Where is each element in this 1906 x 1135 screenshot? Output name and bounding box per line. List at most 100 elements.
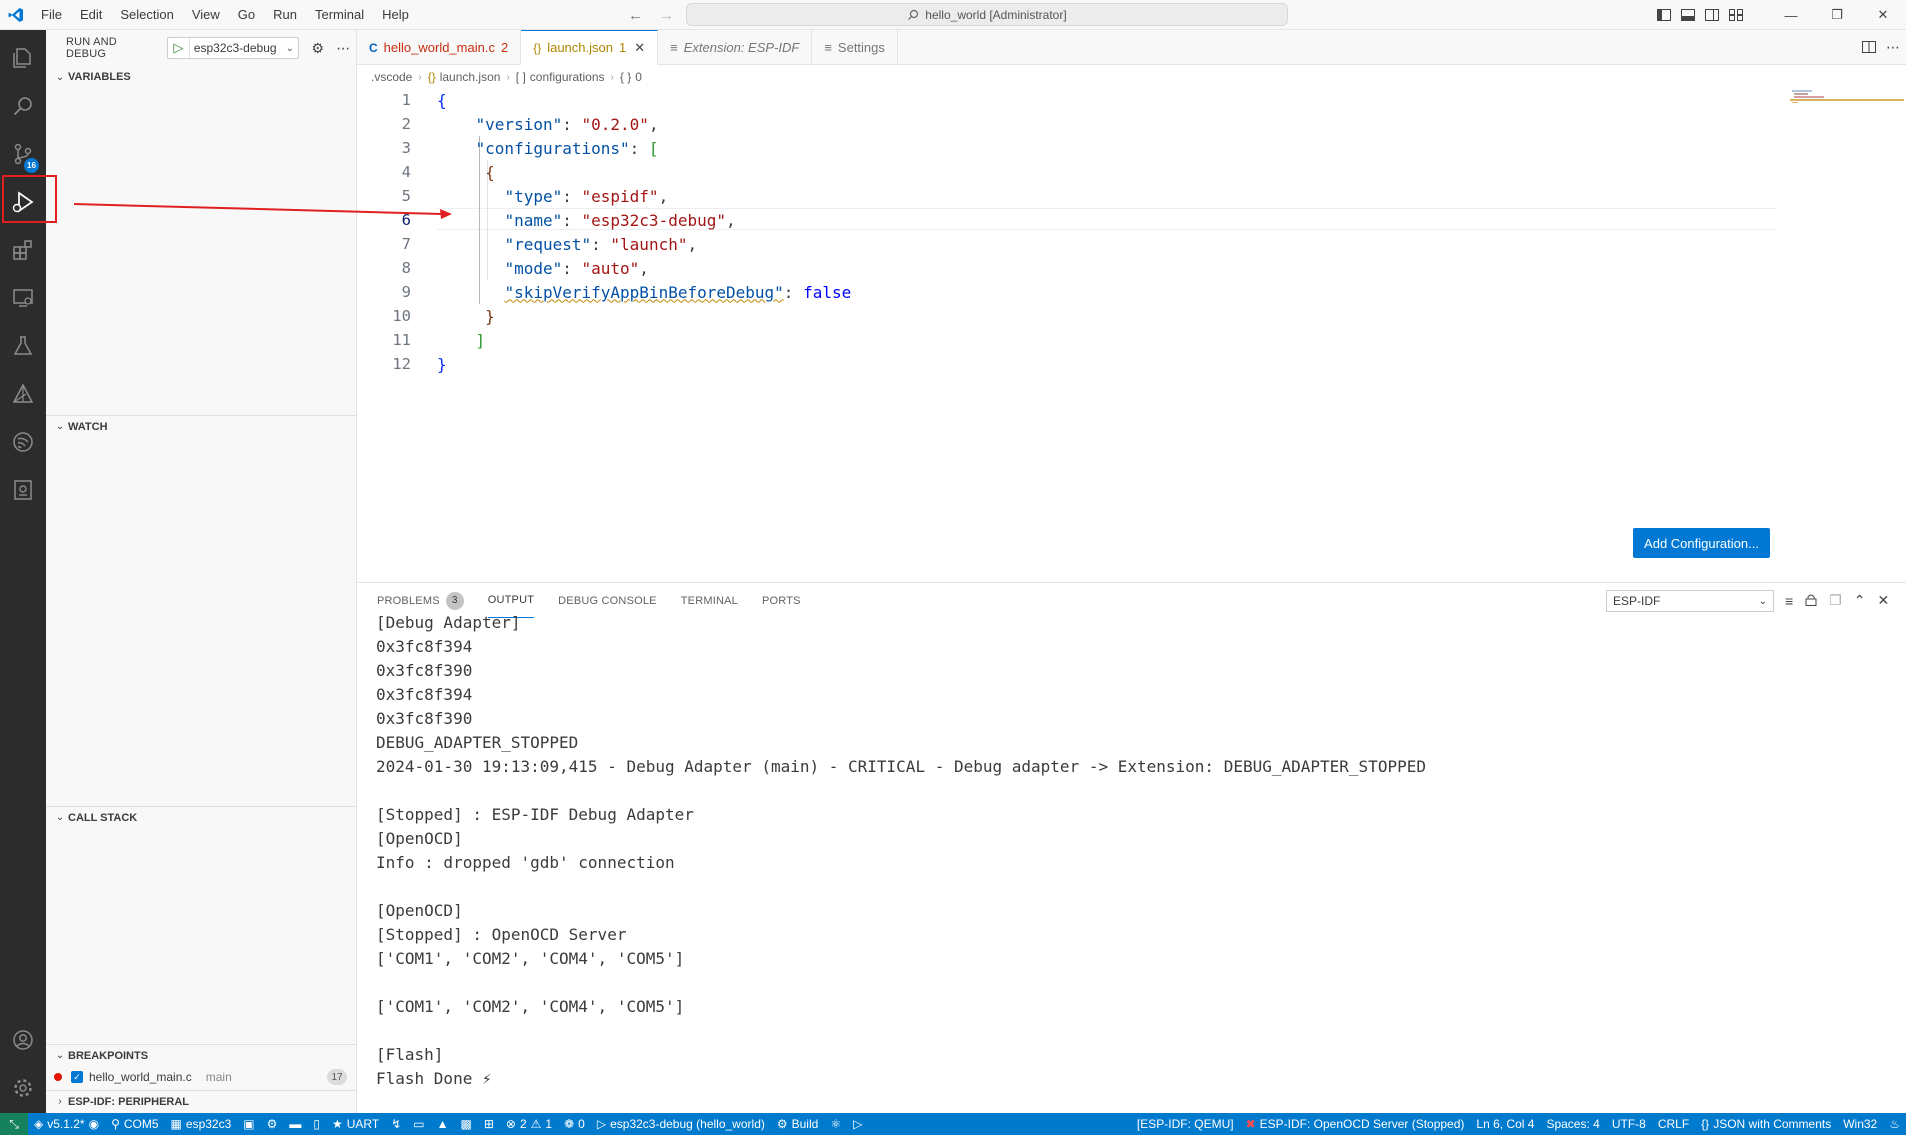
breadcrumb-item[interactable]: .vscode bbox=[371, 70, 412, 84]
status-encoding[interactable]: UTF-8 bbox=[1606, 1113, 1652, 1135]
search-icon[interactable] bbox=[0, 82, 46, 130]
remote-indicator-icon[interactable]: ⤡ bbox=[0, 1113, 28, 1135]
manage-gear-icon[interactable] bbox=[0, 1064, 46, 1112]
breadcrumb-item[interactable]: launch.json bbox=[440, 70, 501, 84]
trash-icon[interactable]: ▬ bbox=[283, 1113, 307, 1135]
sign-in-icon[interactable]: ⊞ bbox=[478, 1113, 500, 1135]
settings-gear-icon[interactable]: ⚙ bbox=[261, 1113, 284, 1135]
terminal-icon[interactable]: ▩ bbox=[455, 1113, 478, 1135]
menu-run[interactable]: Run bbox=[264, 0, 306, 30]
status-cursor-position[interactable]: Ln 6, Col 4 bbox=[1470, 1113, 1540, 1135]
breadcrumb-item[interactable]: 0 bbox=[635, 70, 642, 84]
output-log[interactable]: [Debug Adapter] 0x3fc8f394 0x3fc8f390 0x3fc… bbox=[376, 611, 1886, 1111]
back-arrow-icon[interactable]: ← bbox=[628, 7, 643, 24]
status-ports[interactable]: ❁ 0 bbox=[558, 1113, 591, 1135]
status-idf-version[interactable]: ◈ v5.1.2* ◉ bbox=[28, 1113, 105, 1135]
accounts-icon[interactable] bbox=[0, 1016, 46, 1064]
forward-arrow-icon[interactable]: → bbox=[659, 7, 674, 24]
close-tab-icon[interactable]: ✕ bbox=[634, 40, 645, 56]
device-icon[interactable]: ▯ bbox=[307, 1113, 326, 1135]
tab-settings[interactable]: ≡ Settings bbox=[812, 30, 898, 65]
menu-terminal[interactable]: Terminal bbox=[306, 0, 373, 30]
notifications-bell-icon[interactable]: ♨ bbox=[1883, 1113, 1906, 1135]
status-language[interactable]: {} JSON with Comments bbox=[1695, 1113, 1837, 1135]
esp-idf-explorer-icon[interactable] bbox=[0, 466, 46, 514]
debug-config-select[interactable]: ▷ esp32c3-debug ⌄ bbox=[166, 37, 299, 59]
menu-help[interactable]: Help bbox=[373, 0, 418, 30]
espressif-icon[interactable] bbox=[0, 418, 46, 466]
c-file-icon: C bbox=[369, 40, 378, 55]
line-number: 12 bbox=[392, 355, 411, 373]
watch-section-header[interactable]: ⌄ WATCH bbox=[46, 415, 357, 437]
monitor-icon[interactable]: ▭ bbox=[407, 1113, 430, 1135]
output-channel-select[interactable]: ESP-IDF ⌄ bbox=[1606, 590, 1774, 612]
close-panel-icon[interactable]: ✕ bbox=[1877, 592, 1889, 609]
peripheral-section-header[interactable]: › ESP-IDF: PERIPHERAL bbox=[46, 1090, 357, 1112]
extensions-icon[interactable] bbox=[0, 226, 46, 274]
start-debugging-play-icon[interactable]: ▷ bbox=[168, 38, 190, 58]
minimize-icon[interactable]: — bbox=[1768, 0, 1814, 30]
maximize-panel-icon[interactable]: ⌃ bbox=[1854, 592, 1866, 609]
command-center[interactable]: hello_world [Administrator] bbox=[686, 3, 1288, 26]
add-configuration-button[interactable]: Add Configuration... bbox=[1633, 528, 1770, 558]
more-actions-icon[interactable]: ⋯ bbox=[1886, 39, 1900, 56]
flame-icon[interactable]: ▲ bbox=[431, 1113, 455, 1135]
split-editor-icon[interactable] bbox=[1862, 40, 1876, 56]
tab-launch-json[interactable]: {} launch.json 1 ✕ bbox=[521, 30, 659, 65]
status-debug-config[interactable]: ▷ esp32c3-debug (hello_world) bbox=[591, 1113, 771, 1135]
explorer-icon[interactable] bbox=[0, 34, 46, 82]
toggle-secondary-sidebar-icon[interactable] bbox=[1700, 0, 1724, 30]
clear-output-icon[interactable]: ≡ bbox=[1785, 593, 1793, 609]
source-control-icon[interactable]: 16 bbox=[0, 130, 46, 178]
menu-file[interactable]: File bbox=[32, 0, 71, 30]
editor-tabs: C hello_world_main.c 2 {} launch.json 1 … bbox=[357, 30, 1906, 65]
open-launch-json-gear-icon[interactable]: ⚙ bbox=[305, 37, 331, 59]
status-qemu[interactable]: [ESP-IDF: QEMU] bbox=[1131, 1113, 1240, 1135]
status-target[interactable]: ▦ esp32c3 bbox=[165, 1113, 238, 1135]
open-output-in-editor-icon[interactable]: ❐ bbox=[1829, 592, 1842, 609]
tab-label: PORTS bbox=[761, 594, 801, 607]
remote-explorer-icon[interactable] bbox=[0, 274, 46, 322]
more-actions-icon[interactable]: ⋯ bbox=[330, 37, 356, 59]
run-play-icon[interactable]: ▷ bbox=[847, 1113, 868, 1135]
breakpoints-section-header[interactable]: ⌄ BREAKPOINTS bbox=[46, 1044, 357, 1066]
status-problems[interactable]: ⊗ 2 ⚠ 1 bbox=[500, 1113, 558, 1135]
output-line: ['COM1', 'COM2', 'COM4', 'COM5'] bbox=[376, 997, 685, 1016]
status-openocd[interactable]: ✖ ESP-IDF: OpenOCD Server (Stopped) bbox=[1240, 1113, 1471, 1135]
status-port[interactable]: ⚲ COM5 bbox=[105, 1113, 164, 1135]
status-flash-type[interactable]: ★ UART bbox=[326, 1113, 385, 1135]
menuconfig-icon[interactable]: ▣ bbox=[237, 1113, 260, 1135]
menu-view[interactable]: View bbox=[183, 0, 229, 30]
debug-bug-icon[interactable]: ⚛ bbox=[824, 1113, 847, 1135]
cmake-icon[interactable] bbox=[0, 370, 46, 418]
status-eol[interactable]: CRLF bbox=[1652, 1113, 1695, 1135]
status-indentation[interactable]: Spaces: 4 bbox=[1540, 1113, 1605, 1135]
breadcrumb-item[interactable]: configurations bbox=[530, 70, 605, 84]
minimap[interactable] bbox=[1788, 88, 1906, 118]
json-value: "0.2.0" bbox=[581, 114, 649, 134]
code-editor[interactable]: 1 { 2 "version": "0.2.0", 3 "configurati… bbox=[357, 88, 1906, 581]
menu-selection[interactable]: Selection bbox=[111, 0, 182, 30]
broadcast-icon: ❁ bbox=[564, 1117, 575, 1131]
toggle-panel-icon[interactable] bbox=[1676, 0, 1700, 30]
status-build[interactable]: ⚙ Build bbox=[771, 1113, 824, 1135]
close-window-icon[interactable]: ✕ bbox=[1860, 0, 1906, 30]
status-platform[interactable]: Win32 bbox=[1837, 1113, 1883, 1135]
restore-icon[interactable]: ❐ bbox=[1814, 0, 1860, 30]
menu-edit[interactable]: Edit bbox=[71, 0, 111, 30]
menu-go[interactable]: Go bbox=[229, 0, 264, 30]
breakpoint-item[interactable]: ✓ hello_world_main.c main 17 bbox=[46, 1066, 357, 1088]
breakpoint-checkbox[interactable]: ✓ bbox=[71, 1071, 83, 1083]
customize-layout-icon[interactable] bbox=[1724, 0, 1748, 30]
toggle-primary-sidebar-icon[interactable] bbox=[1652, 0, 1676, 30]
tab-hello-world-main[interactable]: C hello_world_main.c 2 bbox=[357, 30, 522, 65]
eye-icon: ◉ bbox=[88, 1117, 100, 1131]
lock-scroll-icon[interactable] bbox=[1805, 593, 1817, 609]
call-stack-section-header[interactable]: ⌄ CALL STACK bbox=[46, 806, 357, 828]
testing-flask-icon[interactable] bbox=[0, 322, 46, 370]
tab-extension-esp-idf[interactable]: ≡ Extension: ESP-IDF bbox=[658, 30, 813, 65]
variables-section-header[interactable]: ⌄ VARIABLES bbox=[46, 66, 357, 88]
flash-bolt-icon[interactable]: ↯ bbox=[385, 1113, 407, 1135]
